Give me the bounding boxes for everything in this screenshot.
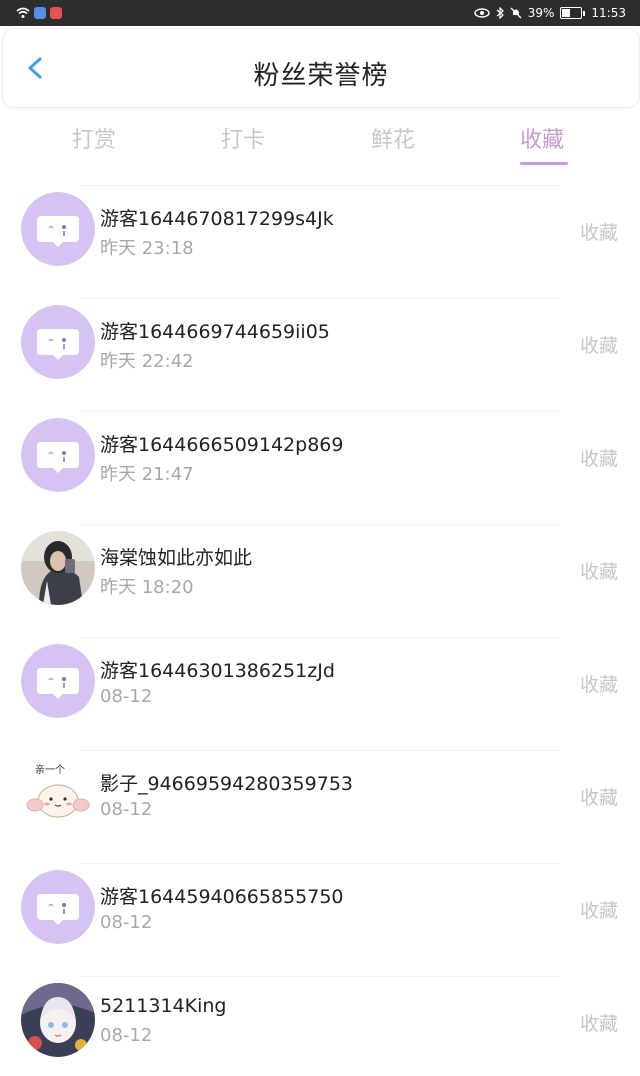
user-name: 5211314King <box>100 995 227 1017</box>
timestamp: 08-12 <box>100 686 153 707</box>
timestamp: 08-12 <box>100 1025 153 1046</box>
avatar[interactable]: 亲一个 <box>21 757 95 831</box>
chat-bubble-avatar-icon <box>21 418 95 492</box>
favorite-label: 收藏 <box>579 222 618 244</box>
bluetooth-icon <box>496 7 504 19</box>
favorite-label: 收藏 <box>579 1013 618 1035</box>
avatar[interactable] <box>21 192 95 266</box>
battery-icon <box>560 7 586 19</box>
user-name: 游客1644670817299s4Jk <box>100 208 334 230</box>
tab-checkin[interactable]: 打卡 <box>221 122 265 154</box>
tab-favorites[interactable]: 收藏 <box>520 122 564 154</box>
user-name: 游客16445940665855750 <box>100 886 344 908</box>
tab-bar: 打赏 打卡 鲜花 收藏 <box>0 112 640 166</box>
tab-flowers[interactable]: 鲜花 <box>371 122 415 154</box>
avatar[interactable] <box>21 418 95 492</box>
favorite-label: 收藏 <box>579 787 618 809</box>
status-bar-right: 39% 11:53 <box>474 6 640 20</box>
timestamp: 08-12 <box>100 912 153 933</box>
avatar[interactable] <box>21 983 95 1057</box>
page-title: 粉丝荣誉榜 <box>253 61 389 91</box>
tab-active-indicator <box>520 162 568 165</box>
timestamp: 昨天 18:20 <box>100 577 194 598</box>
user-name: 游客1644669744659ii05 <box>100 321 330 343</box>
wifi-icon <box>16 7 30 18</box>
app-red-icon <box>50 7 62 19</box>
avatar[interactable] <box>21 531 95 605</box>
favorite-label: 收藏 <box>579 561 618 583</box>
user-name: 游客1644666509142p869 <box>100 434 344 456</box>
anime-avatar-icon <box>21 983 95 1057</box>
eye-icon <box>474 8 490 18</box>
timestamp: 昨天 23:18 <box>100 238 194 259</box>
fan-list: 游客1644670817299s4Jk 昨天 23:18 收藏 游客164466… <box>0 172 640 1076</box>
mute-icon <box>510 7 522 19</box>
app-blue-icon <box>34 7 46 19</box>
chat-bubble-avatar-icon <box>21 644 95 718</box>
list-item[interactable]: 亲一个 影子_94669594280359753 08-12 收藏 <box>0 737 640 850</box>
favorite-label: 收藏 <box>579 335 618 357</box>
list-item[interactable]: 游客1644669744659ii05 昨天 22:42 收藏 <box>0 285 640 398</box>
photo-avatar-icon <box>21 531 95 605</box>
status-bar-left <box>0 7 62 19</box>
header: 粉丝荣誉榜 <box>2 28 640 108</box>
chat-bubble-avatar-icon <box>21 192 95 266</box>
list-item[interactable]: 5211314King 08-12 收藏 <box>0 963 640 1076</box>
favorite-label: 收藏 <box>579 448 618 470</box>
list-item[interactable]: 游客16445940665855750 08-12 收藏 <box>0 850 640 963</box>
timestamp: 昨天 21:47 <box>100 464 194 485</box>
favorite-label: 收藏 <box>579 674 618 696</box>
status-bar: 39% 11:53 <box>0 0 640 26</box>
list-item[interactable]: 游客1644666509142p869 昨天 21:47 收藏 <box>0 398 640 511</box>
user-name: 影子_94669594280359753 <box>100 773 354 795</box>
avatar[interactable] <box>21 644 95 718</box>
list-item[interactable]: 游客1644670817299s4Jk 昨天 23:18 收藏 <box>0 172 640 285</box>
chat-bubble-avatar-icon <box>21 870 95 944</box>
chat-bubble-avatar-icon <box>21 305 95 379</box>
timestamp: 昨天 22:42 <box>100 351 194 372</box>
list-item[interactable]: 游客16446301386251zJd 08-12 收藏 <box>0 624 640 737</box>
avatar[interactable] <box>21 870 95 944</box>
clock: 11:53 <box>591 6 626 20</box>
avatar[interactable] <box>21 305 95 379</box>
timestamp: 08-12 <box>100 799 153 820</box>
list-item[interactable]: 海棠蚀如此亦如此 昨天 18:20 收藏 <box>0 511 640 624</box>
tab-reward[interactable]: 打赏 <box>72 122 116 154</box>
favorite-label: 收藏 <box>579 900 618 922</box>
cartoon-avatar-caption: 亲一个 <box>35 765 65 776</box>
user-name: 游客16446301386251zJd <box>100 660 335 682</box>
battery-percent: 39% <box>527 6 555 20</box>
user-name: 海棠蚀如此亦如此 <box>100 547 253 569</box>
